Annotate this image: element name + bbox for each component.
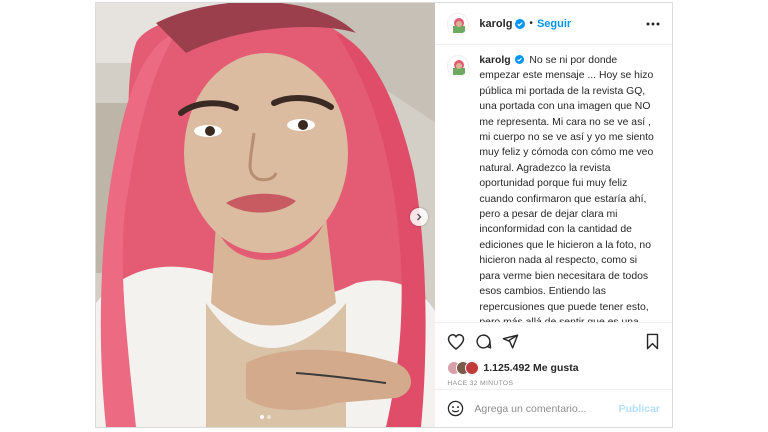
likes-row: 1.125.492 Me gusta <box>447 359 660 377</box>
post-media <box>96 3 436 427</box>
action-icons <box>447 331 660 351</box>
chevron-right-icon <box>417 213 422 221</box>
bookmark-icon[interactable] <box>645 333 660 350</box>
more-options-icon[interactable] <box>646 22 660 26</box>
post-caption: karolg No se ni por donde empezar este m… <box>479 53 660 322</box>
post-username[interactable]: karolg <box>479 18 512 30</box>
likes-count[interactable]: 1.125.492 Me gusta <box>483 362 578 374</box>
carousel-indicator <box>96 415 435 419</box>
comment-input[interactable] <box>474 402 619 415</box>
caption-avatar[interactable] <box>447 55 470 77</box>
separator: • <box>529 18 533 29</box>
heart-icon[interactable] <box>447 333 465 350</box>
verified-badge-icon <box>515 55 525 64</box>
instagram-post: karolg • Seguir karolg No se ni por dond… <box>95 2 673 428</box>
caption-username[interactable]: karolg <box>479 55 510 66</box>
avatar-image <box>448 13 469 34</box>
post-timestamp[interactable]: HACE 32 MINUTOS <box>447 380 660 387</box>
comment-bar: Publicar <box>435 389 672 427</box>
carousel-dot <box>267 415 272 419</box>
post-sidebar: karolg • Seguir karolg No se ni por dond… <box>435 3 672 427</box>
publish-button[interactable]: Publicar <box>619 403 660 415</box>
emoji-icon[interactable] <box>447 400 464 417</box>
avatar-image <box>448 56 469 76</box>
caption-area: karolg No se ni por donde empezar este m… <box>435 45 672 322</box>
post-photo[interactable] <box>96 3 436 427</box>
caption-text: No se ni por donde empezar este mensaje … <box>479 55 654 322</box>
post-header: karolg • Seguir <box>435 3 672 45</box>
verified-badge-icon <box>515 18 526 29</box>
liker-avatar <box>465 361 480 375</box>
send-icon[interactable] <box>502 333 519 350</box>
comment-icon[interactable] <box>475 333 492 350</box>
avatar[interactable] <box>447 12 470 35</box>
carousel-dot-active <box>260 415 265 419</box>
follow-button[interactable]: Seguir <box>537 18 571 30</box>
post-actions: 1.125.492 Me gusta HACE 32 MINUTOS <box>435 322 672 387</box>
carousel-next-button[interactable] <box>410 208 428 226</box>
